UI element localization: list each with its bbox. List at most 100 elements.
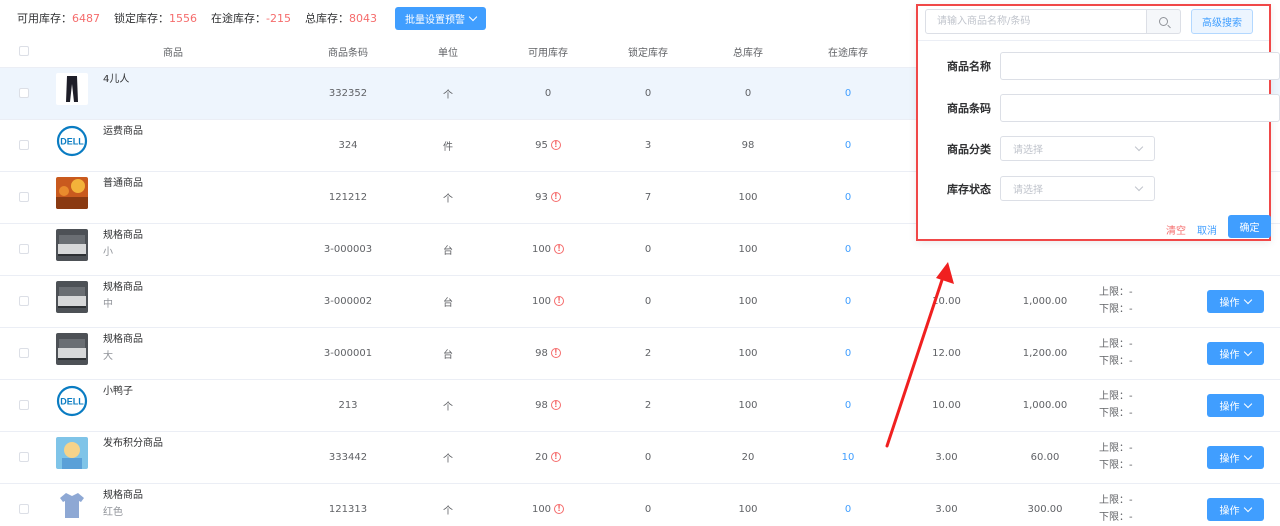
warning-icon[interactable]: ! bbox=[550, 399, 561, 410]
product-thumbnail bbox=[56, 488, 88, 521]
chevron-down-icon bbox=[1243, 347, 1252, 356]
unit-cell: 台 bbox=[398, 327, 498, 380]
amount-cell: 60.00 bbox=[995, 431, 1095, 484]
available-cell: 20! bbox=[498, 431, 598, 484]
product-thumbnail bbox=[56, 280, 88, 313]
cancel-button[interactable]: 取消 bbox=[1197, 222, 1217, 237]
search-button[interactable] bbox=[1147, 9, 1181, 34]
row-checkbox[interactable] bbox=[19, 191, 29, 202]
row-checkbox[interactable] bbox=[19, 139, 29, 150]
available-cell: 93! bbox=[498, 171, 598, 224]
transit-link[interactable]: 0 bbox=[798, 119, 898, 172]
upper-limit: 上限：- bbox=[1099, 495, 1133, 506]
field-label: 商品条码 bbox=[947, 102, 991, 115]
product-cell: 4儿人 bbox=[48, 68, 298, 119]
limits-cell: 上限：- 下限：- bbox=[1095, 379, 1190, 432]
product-spec: 大 bbox=[103, 350, 113, 362]
lower-limit: 下限：- bbox=[1099, 408, 1133, 419]
product-name: 普通商品 bbox=[103, 177, 143, 189]
warning-icon[interactable]: ! bbox=[554, 243, 565, 254]
advanced-search-button[interactable]: 高级搜索 bbox=[1191, 9, 1253, 34]
total-cell: 100 bbox=[698, 483, 798, 526]
field-stock-status: 库存状态 请选择 bbox=[918, 176, 1155, 201]
product-cell: 普通商品 bbox=[48, 172, 298, 223]
confirm-button[interactable]: 确定 bbox=[1228, 215, 1271, 238]
table-row: 规格商品大 3-000001 台 98! 2 100 0 12.00 1,200.00 上限：- 下… bbox=[0, 327, 1280, 380]
operation-dropdown-button[interactable]: 操作 bbox=[1206, 289, 1264, 313]
field-label: 商品分类 bbox=[947, 142, 991, 156]
product-thumbnail bbox=[56, 228, 88, 261]
operation-dropdown-button[interactable]: 操作 bbox=[1206, 393, 1264, 417]
field-product-name: 商品名称 bbox=[918, 52, 1280, 80]
table-row: 规格商品中 3-000002 台 100! 0 100 0 10.00 1,000.00 上限：-… bbox=[0, 275, 1280, 328]
lower-limit: 下限：- bbox=[1099, 356, 1133, 367]
barcode-cell: 213 bbox=[298, 379, 398, 432]
total-cell: 100 bbox=[698, 171, 798, 224]
transit-link[interactable]: 0 bbox=[798, 67, 898, 120]
total-cell: 100 bbox=[698, 379, 798, 432]
warning-icon[interactable]: ! bbox=[550, 347, 561, 358]
transit-link[interactable]: 0 bbox=[798, 483, 898, 526]
upper-limit: 上限：- bbox=[1099, 443, 1133, 454]
total-cell: 98 bbox=[698, 119, 798, 172]
operation-dropdown-button[interactable]: 操作 bbox=[1206, 497, 1264, 521]
product-spec: 红色 bbox=[103, 506, 123, 518]
product-cell: 发布积分商品 bbox=[48, 432, 298, 483]
clear-button[interactable]: 清空 bbox=[1166, 222, 1186, 237]
row-checkbox[interactable] bbox=[19, 503, 29, 514]
upper-limit: 上限：- bbox=[1099, 339, 1133, 350]
chevron-down-icon bbox=[468, 12, 478, 21]
col-header-product: 商品 bbox=[48, 36, 298, 68]
category-select[interactable]: 请选择 bbox=[1000, 136, 1155, 161]
available-cell: 100! bbox=[498, 223, 598, 276]
batch-set-warning-button[interactable]: 批量设置预警 bbox=[394, 6, 486, 30]
annotation-arrow-icon bbox=[885, 262, 954, 448]
row-checkbox[interactable] bbox=[19, 243, 29, 254]
row-checkbox[interactable] bbox=[19, 295, 29, 306]
quick-search bbox=[925, 9, 1181, 34]
product-barcode-input[interactable] bbox=[1000, 94, 1280, 122]
chevron-down-icon bbox=[1134, 182, 1144, 192]
upper-limit: 上限：- bbox=[1099, 391, 1133, 402]
search-icon bbox=[1159, 17, 1168, 26]
product-name: 规格商品 bbox=[103, 489, 143, 501]
product-thumbnail: DELL bbox=[56, 384, 88, 417]
row-checkbox[interactable] bbox=[19, 451, 29, 462]
locked-cell: 3 bbox=[598, 119, 698, 172]
row-checkbox[interactable] bbox=[19, 87, 29, 98]
operation-dropdown-button[interactable]: 操作 bbox=[1206, 341, 1264, 365]
field-product-category: 商品分类 请选择 bbox=[918, 136, 1155, 161]
advanced-search-panel: 高级搜索 商品名称 商品条码 商品分类 请选择 库存状态 请选择 清空 取消 确… bbox=[916, 4, 1280, 241]
locked-cell: 0 bbox=[598, 483, 698, 526]
svg-text:DELL: DELL bbox=[60, 396, 84, 406]
product-name-input[interactable] bbox=[1000, 52, 1280, 80]
operation-dropdown-button[interactable]: 操作 bbox=[1206, 445, 1264, 469]
barcode-cell: 332352 bbox=[298, 67, 398, 120]
limits-cell: 上限：- 下限：- bbox=[1095, 483, 1190, 526]
locked-cell: 2 bbox=[598, 327, 698, 380]
warning-icon[interactable]: ! bbox=[550, 451, 561, 462]
chevron-down-icon bbox=[1243, 451, 1252, 460]
chevron-down-icon bbox=[1243, 295, 1252, 304]
chevron-down-icon bbox=[1243, 503, 1252, 512]
row-checkbox[interactable] bbox=[19, 399, 29, 410]
search-input[interactable] bbox=[925, 9, 1147, 34]
product-spec: 中 bbox=[103, 298, 113, 310]
amount-cell: 1,000.00 bbox=[995, 379, 1095, 432]
total-cell: 100 bbox=[698, 223, 798, 276]
barcode-cell: 3-000002 bbox=[298, 275, 398, 328]
available-cell: 98! bbox=[498, 379, 598, 432]
select-all-checkbox[interactable] bbox=[19, 45, 29, 56]
warning-icon[interactable]: ! bbox=[550, 191, 561, 202]
col-header-available: 可用库存 bbox=[498, 36, 598, 68]
warning-icon[interactable]: ! bbox=[550, 139, 561, 150]
stock-status-select[interactable]: 请选择 bbox=[1000, 176, 1155, 201]
available-cell: 100! bbox=[498, 275, 598, 328]
transit-link[interactable]: 0 bbox=[798, 171, 898, 224]
product-name: 规格商品 bbox=[103, 229, 143, 241]
lower-limit: 下限：- bbox=[1099, 304, 1133, 315]
row-checkbox[interactable] bbox=[19, 347, 29, 358]
warning-icon[interactable]: ! bbox=[554, 503, 565, 514]
unit-cell: 台 bbox=[398, 275, 498, 328]
warning-icon[interactable]: ! bbox=[554, 295, 565, 306]
